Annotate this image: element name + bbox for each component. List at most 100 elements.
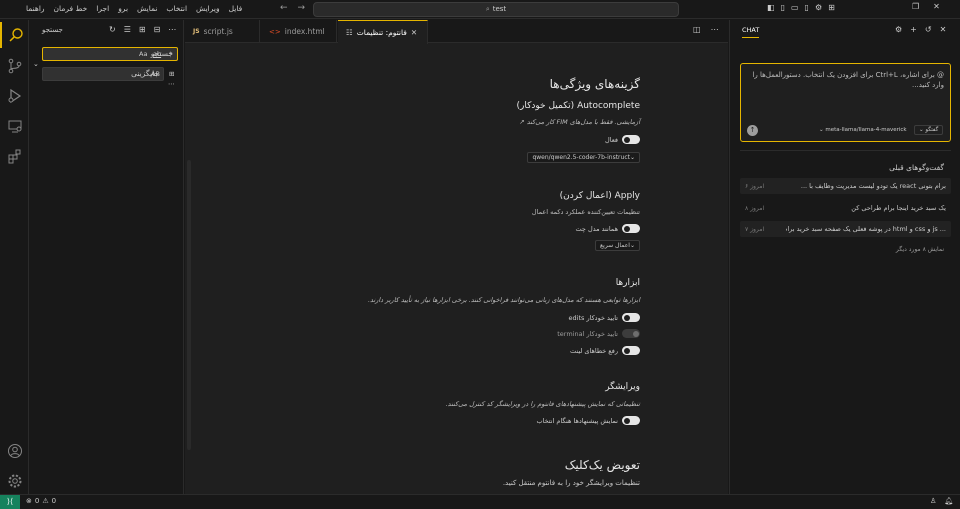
notifications-bell-icon[interactable]: 🔔︎ [944, 497, 953, 505]
gear-icon[interactable]: ⚙ [895, 25, 902, 34]
source-control-icon [8, 58, 21, 74]
editor-actions: ◫ ⋯ [693, 25, 719, 34]
settings-gear-icon[interactable]: ⚙ [815, 3, 822, 12]
search-details-icon[interactable]: ⋯ [168, 80, 175, 88]
thread-item[interactable]: امروز ۸ یک سبد خرید اینجا برام طراحی کن [740, 200, 951, 216]
activity-search[interactable] [0, 22, 29, 48]
settings-tab-icon: ☷ [346, 28, 353, 37]
clear-results-icon[interactable]: ☰ [124, 25, 131, 34]
history-icon[interactable]: ↺ [925, 25, 932, 34]
menu-file[interactable]: فایل [229, 4, 243, 13]
apply-mode-select[interactable]: ⌄اعمال سریع [594, 240, 640, 251]
toggle-sidebar-icon[interactable]: ▯ [781, 3, 785, 12]
error-icon: ⊗ [26, 497, 32, 505]
regex-toggle[interactable]: .* [167, 50, 172, 58]
close-window-icon[interactable]: ✕ [933, 2, 940, 11]
match-case-toggle[interactable]: Aa [139, 50, 147, 58]
thread-title: ... js و css و html در پوشه فعلی یک صفحه… [786, 225, 946, 233]
new-chat-icon[interactable]: + [910, 25, 917, 34]
title-bar: فایل ویرایش انتخاب نمایش برو اجرا خط فرم… [0, 0, 960, 19]
more-actions-icon[interactable]: ⋯ [711, 25, 719, 34]
restore-window-icon[interactable]: ❐ [912, 2, 919, 11]
activity-extensions[interactable] [0, 143, 29, 169]
show-more-link[interactable]: نمایش ۸ مورد دیگر [896, 246, 944, 253]
window-controls: ❐ ✕ [912, 2, 940, 11]
thread-date: امروز ۷ [745, 225, 765, 233]
whole-word-toggle[interactable]: ab [153, 50, 161, 58]
close-icon[interactable]: ✕ [940, 25, 947, 34]
back-arrow-icon[interactable]: ← [280, 3, 288, 13]
preserve-case-toggle[interactable]: AB [151, 70, 160, 78]
features-title: گزینه‌های ویژگی‌ها [549, 77, 640, 91]
collapse-all-icon[interactable]: ⊟ [154, 25, 161, 34]
tool-row-terminal: تایید خودکار terminal [557, 329, 640, 338]
activity-run-debug[interactable] [0, 83, 29, 109]
tab-label: index.html [284, 27, 325, 36]
activity-accounts[interactable] [0, 438, 29, 464]
chevron-down-icon: ⌄ [629, 242, 635, 249]
chat-mode-select[interactable]: ⌄ گفتگو [914, 125, 944, 135]
close-icon[interactable]: ✕ [411, 28, 417, 37]
layout-icon[interactable]: ⊞ [828, 3, 835, 12]
thread-item[interactable]: امروز ۶ برام بتونی react یک تودو لیست مد… [740, 178, 951, 194]
apply-desc: تنظیمات تعیین‌کننده عملکرد دکمه اعمال [531, 208, 640, 216]
editor-scrollbar[interactable] [187, 160, 191, 450]
chat-tab[interactable]: CHAT [742, 26, 760, 38]
editor-area: JS script.js <> index.html ☷ فانتوم: تنظ… [185, 20, 728, 494]
apply-mode-wrap: ⌄اعمال سریع [594, 240, 640, 251]
apply-sync-row: همانند مدل چت [576, 224, 640, 233]
split-editor-icon[interactable]: ◫ [693, 25, 701, 34]
activity-source-control[interactable] [0, 53, 29, 79]
editor-section-title: ویرایشگر [605, 382, 640, 392]
toggle-secondary-sidebar-icon[interactable]: ▯ [805, 3, 809, 12]
replace-all-icon[interactable]: ⊞ [169, 70, 174, 78]
js-file-icon: JS [193, 28, 200, 35]
send-arrow-icon[interactable]: ↑ [747, 125, 758, 136]
problems-indicator[interactable]: ⊗ 0 ⚠ 0 [26, 497, 56, 505]
new-search-editor-icon[interactable]: ⊞ [139, 25, 146, 34]
command-center[interactable]: ⌕ test [313, 2, 679, 17]
autocomplete-toggle[interactable] [622, 135, 640, 144]
toggle-panel-icon[interactable]: ▭ [791, 3, 799, 12]
toggle-replace-chevron-icon[interactable]: ⌄ [33, 60, 39, 68]
autocomplete-model-wrap: ⌄qwen/qwen2.5-coder-7b-instruct [527, 152, 640, 163]
menu-run[interactable]: اجرا [96, 4, 109, 13]
menu-help[interactable]: راهنما [26, 4, 45, 13]
status-bar: ⟩⟨ ⊗ 0 ⚠ 0 ♙ 🔔︎ [0, 494, 960, 509]
tab-bar: JS script.js <> index.html ☷ فانتوم: تنظ… [185, 20, 728, 44]
remote-indicator-icon[interactable]: ⟩⟨ [0, 495, 20, 509]
auto-approve-edits-toggle[interactable] [622, 313, 640, 322]
activity-manage[interactable] [0, 468, 29, 494]
refresh-icon[interactable]: ↻ [109, 25, 116, 34]
tab-index-html[interactable]: <> index.html [261, 20, 337, 43]
apply-sync-toggle[interactable] [622, 224, 640, 233]
tab-script-js[interactable]: JS script.js [185, 20, 260, 43]
menu-selection[interactable]: انتخاب [166, 4, 187, 13]
copilot-icon[interactable]: ◧ [767, 3, 775, 12]
menu-go[interactable]: برو [118, 4, 128, 13]
replace-input[interactable]: جایگزینی [42, 67, 164, 81]
menu-view[interactable]: نمایش [137, 4, 157, 13]
more-actions-icon[interactable]: ⋯ [168, 25, 176, 34]
thread-item[interactable]: امروز ۷ ... js و css و html در پوشه فعلی… [740, 221, 951, 237]
model-select[interactable]: ⌄ meta-llama/llama-4-maverick [819, 127, 907, 133]
menu-edit[interactable]: ویرایش [196, 4, 220, 13]
tab-settings[interactable]: ☷ فانتوم: تنظیمات ✕ [338, 20, 428, 44]
chat-input-box[interactable]: @ برای اشاره، Ctrl+L برای افزودن یک انتخ… [740, 63, 951, 142]
chat-input-placeholder[interactable]: @ برای اشاره، Ctrl+L برای افزودن یک انتخ… [748, 70, 944, 90]
auto-approve-terminal-toggle[interactable] [622, 329, 640, 338]
html-file-icon: <> [269, 27, 281, 36]
accounts-status-icon[interactable]: ♙ [930, 497, 936, 505]
search-icon: ⌕ [485, 5, 490, 13]
show-suggestions-toggle[interactable] [622, 416, 640, 425]
fix-lint-toggle[interactable] [622, 346, 640, 355]
menu-terminal[interactable]: خط فرمان [54, 4, 88, 13]
thread-title: برام بتونی react یک تودو لیست مدیریت وظا… [800, 182, 946, 190]
run-debug-icon [8, 88, 21, 104]
chevron-down-icon: ⌄ [919, 127, 924, 133]
forward-arrow-icon[interactable]: → [298, 3, 306, 13]
activity-remote-explorer[interactable] [0, 113, 29, 139]
autocomplete-model-select[interactable]: ⌄qwen/qwen2.5-coder-7b-instruct [527, 152, 640, 163]
chat-panel: CHAT ⚙ + ↺ ✕ @ برای اشاره، Ctrl+L برای ا… [729, 20, 960, 494]
warning-count: 0 [51, 497, 57, 505]
